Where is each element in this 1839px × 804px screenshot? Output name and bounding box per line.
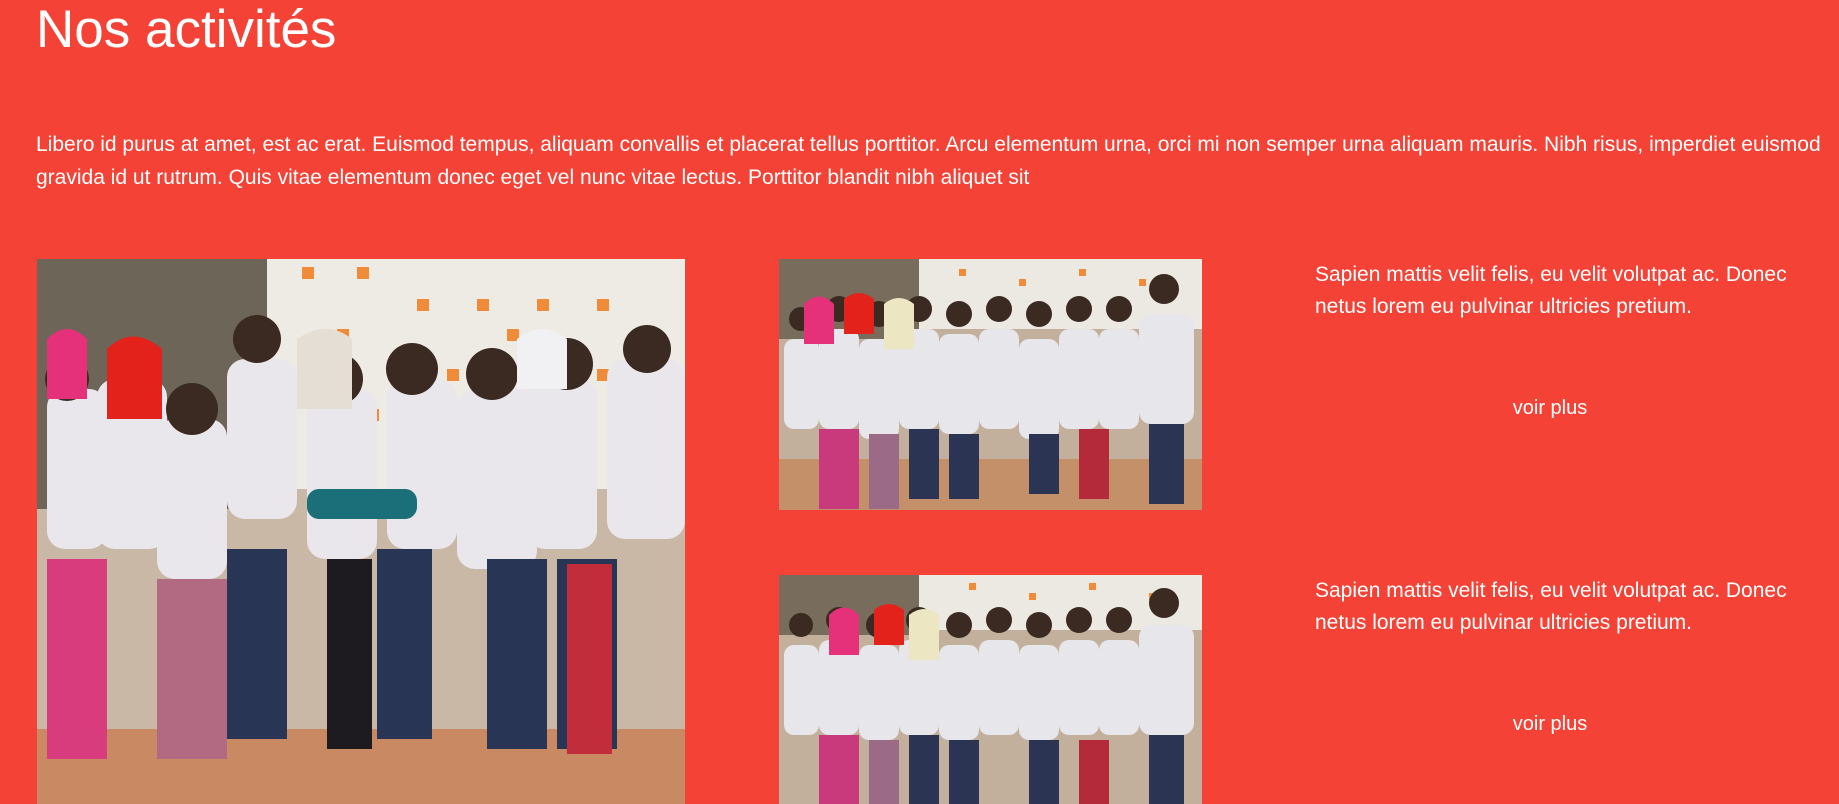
- group-photo-1: [779, 259, 1202, 510]
- group-photo-large: [37, 259, 685, 804]
- section-title: Nos activités: [36, 0, 337, 59]
- voir-plus-link-2[interactable]: voir plus: [1512, 713, 1588, 736]
- activity-text-2: Sapien mattis velit felis, eu velit volu…: [1315, 579, 1787, 634]
- section-intro: Libero id purus at amet, est ac erat. Eu…: [36, 133, 1821, 189]
- activity-text-1: Sapien mattis velit felis, eu velit volu…: [1315, 263, 1787, 318]
- voir-plus-link-1[interactable]: voir plus: [1512, 397, 1588, 420]
- group-photo-2: [779, 575, 1202, 804]
